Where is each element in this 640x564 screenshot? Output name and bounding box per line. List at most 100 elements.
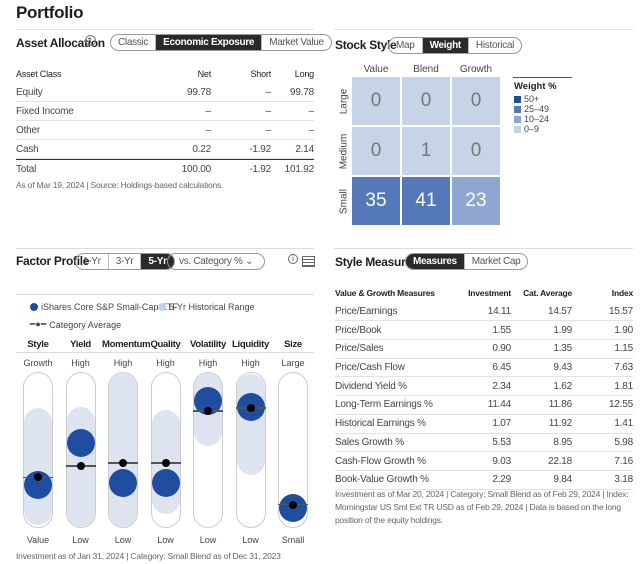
- factor-high-label: Growth: [23, 358, 53, 368]
- cell-value: Investment: [468, 288, 511, 299]
- factor-name: Quality: [150, 339, 181, 350]
- tab-historical[interactable]: Historical: [467, 38, 521, 53]
- style-column-header: Growth: [459, 64, 493, 75]
- table-row: Price/Cash Flow 6.45 9.43 7.63: [335, 359, 633, 378]
- cell-label: Fixed Income: [16, 105, 74, 117]
- cell-value: 1.07: [492, 418, 511, 430]
- tab-classic[interactable]: Classic: [111, 35, 155, 50]
- cell-value: 6.45: [492, 362, 511, 374]
- tab-measures[interactable]: Measures: [406, 254, 464, 269]
- cell-value: 1.41: [614, 418, 633, 430]
- legend-item: 0–9: [514, 124, 539, 134]
- category-marker: [76, 461, 85, 470]
- cell-value: 14.11: [487, 306, 511, 318]
- cell-value: 7.16: [614, 455, 633, 467]
- style-column-header: Value: [363, 64, 389, 75]
- style-row-header: Small: [338, 189, 350, 215]
- table-row: Price/Book 1.55 1.99 1.90: [335, 321, 633, 341]
- cell-value: –: [308, 124, 315, 136]
- category-marker: [161, 458, 170, 467]
- legend-swatch: [514, 115, 521, 123]
- table-row: Cash-Flow Growth % 9.03 22.18 7.16: [335, 452, 633, 471]
- cell-label: Value & Growth Measures: [335, 288, 435, 299]
- category-marker: [119, 458, 127, 467]
- table-row: Sales Growth % 5.53 8.95 5.98: [335, 434, 633, 453]
- cell-value: Index: [611, 288, 633, 299]
- style-cell: 41: [402, 177, 450, 225]
- legend-item: 50+: [514, 94, 539, 104]
- category-dropdown[interactable]: vs. Category % ⌄: [167, 253, 266, 270]
- tab-3-yr[interactable]: 3-Yr: [107, 254, 141, 269]
- cell-label: Price/Earnings: [335, 306, 398, 318]
- historical-range: [109, 373, 137, 527]
- cell-value: –: [205, 105, 212, 117]
- cell-label: Asset Class: [16, 68, 62, 79]
- cell-value: -1.92: [249, 143, 271, 155]
- cell-value: 7.63: [614, 362, 633, 374]
- investment-marker: [151, 469, 180, 498]
- cell-label: Other: [16, 124, 41, 136]
- cell-value: 9.43: [553, 362, 572, 374]
- table-row: Historical Earnings % 1.07 11.92 1.41: [335, 415, 633, 434]
- cell-value: 11.44: [487, 399, 511, 411]
- cell-value: –: [265, 105, 272, 117]
- cell-value: 99.78: [289, 86, 314, 98]
- chevron-down-icon: ⌄: [245, 256, 254, 267]
- investment-marker: [66, 428, 95, 457]
- info-icon[interactable]: i: [288, 254, 298, 264]
- legend-category: Category Average: [49, 319, 122, 330]
- cell-value: 2.14: [295, 143, 314, 155]
- legend-label: 50+: [524, 94, 540, 104]
- cell-value: 3.18: [614, 474, 633, 486]
- legend-label: 0–9: [524, 124, 540, 134]
- cell-value: 2.29: [492, 474, 511, 486]
- cell-value: 5.98: [614, 436, 633, 448]
- legend-label: 10–24: [524, 114, 550, 124]
- style-cell: 0: [452, 127, 500, 175]
- cell-label: Cash: [16, 143, 39, 155]
- asset-allocation-tabs: Classic Economic Exposure Market Value: [110, 34, 332, 51]
- factor-name: Size: [284, 339, 302, 350]
- factor-low-label: Low: [199, 535, 217, 545]
- tab-market-cap[interactable]: Market Cap: [463, 254, 528, 269]
- cell-value: 11.86: [548, 399, 572, 411]
- cell-value: 9.03: [492, 455, 511, 467]
- info-icon[interactable]: i: [85, 35, 96, 46]
- category-marker: [289, 500, 297, 509]
- page-title: Portfolio: [16, 3, 84, 22]
- category-legend-icon: ━●━: [30, 319, 47, 329]
- factor-high-label: High: [71, 358, 90, 368]
- factor-track: [150, 372, 181, 528]
- cell-label: Long-Term Earnings %: [335, 399, 433, 411]
- tab-map[interactable]: Map: [389, 38, 422, 53]
- table-view-icon[interactable]: [302, 256, 315, 267]
- cell-value: –: [265, 86, 272, 98]
- table-header: Asset Class Net Short Long: [16, 64, 314, 83]
- tab-1-yr[interactable]: 1-Yr: [76, 254, 108, 269]
- legend-label: 25–49: [524, 104, 550, 114]
- table-header: Value & Growth Measures Investment Cat. Av…: [335, 284, 633, 303]
- cell-label: Book-Value Growth %: [335, 474, 429, 486]
- style-cell: 0: [452, 77, 500, 125]
- cell-label: Price/Cash Flow: [335, 362, 405, 374]
- table-row: Dividend Yield % 2.34 1.62 1.81: [335, 377, 633, 397]
- table-row: Cash 0.22 -1.92 2.14: [16, 140, 314, 159]
- tab-market-value[interactable]: Market Value: [261, 35, 331, 50]
- cell-value: 15.57: [608, 306, 633, 318]
- cell-label: Price/Sales: [335, 343, 384, 355]
- investment-marker: [109, 469, 137, 498]
- cell-value: 0.22: [192, 143, 211, 155]
- cell-label: Total: [16, 163, 37, 175]
- factor-low-label: Low: [72, 535, 89, 545]
- tab-economic-exposure[interactable]: Economic Exposure: [155, 35, 262, 50]
- total-row: Total 100.00 -1.92 101.92: [16, 159, 314, 178]
- style-measures-table: Value & Growth Measures Investment Cat. Av…: [335, 284, 633, 490]
- factor-profile-footnote: Investment as of Jan 31, 2024 | Category…: [16, 551, 281, 561]
- table-row: Equity 99.78 – 99.78: [16, 83, 314, 102]
- tab-weight[interactable]: Weight: [421, 38, 468, 53]
- factor-high-label: Large: [281, 358, 305, 368]
- style-row-header: Large: [338, 88, 350, 115]
- factor-name: Yield: [70, 339, 91, 350]
- cell-value: 12.55: [608, 399, 633, 411]
- cell-value: 2.34: [492, 380, 511, 392]
